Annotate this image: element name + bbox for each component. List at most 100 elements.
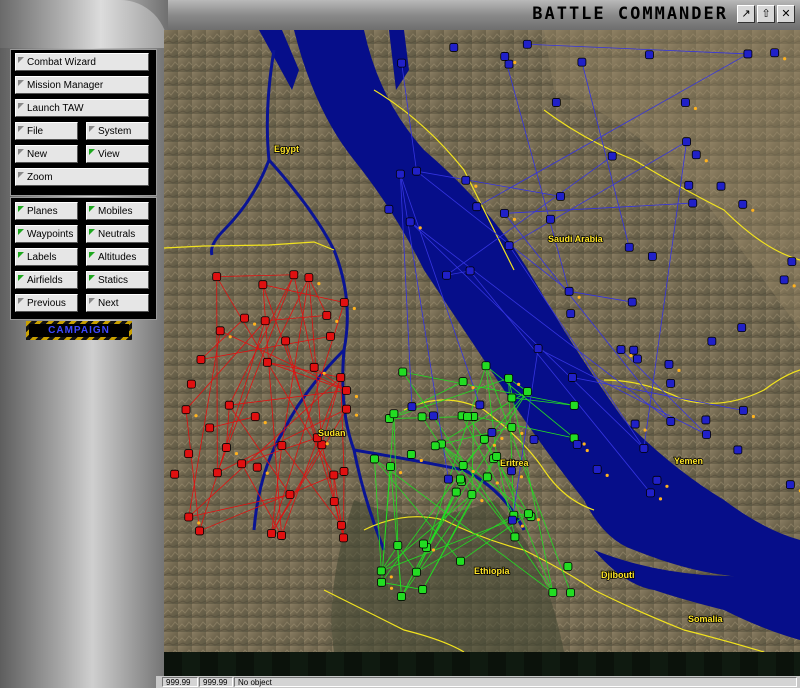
blue-unit-icon[interactable] (629, 345, 639, 355)
waypoint-dot[interactable] (582, 442, 586, 446)
green-unit-icon[interactable] (386, 462, 395, 472)
blue-unit-icon[interactable] (551, 98, 561, 107)
blue-unit-icon[interactable] (630, 419, 640, 429)
blue-unit-icon[interactable] (500, 52, 510, 61)
campaign-button[interactable]: CAMPAIGN (26, 321, 132, 340)
blue-unit-icon[interactable] (639, 443, 649, 453)
waypoint-dot[interactable] (389, 575, 393, 579)
green-unit-icon[interactable] (507, 422, 517, 432)
blue-unit-icon[interactable] (577, 57, 587, 67)
waypoint-dot[interactable] (512, 217, 517, 221)
waypoint-dot[interactable] (677, 368, 681, 372)
planes-toggle[interactable]: Planes (15, 202, 78, 220)
waypoint-dot[interactable] (325, 442, 329, 446)
red-unit-icon[interactable] (322, 310, 332, 320)
blue-unit-icon[interactable] (779, 275, 789, 285)
red-unit-icon[interactable] (337, 520, 346, 530)
file-button[interactable]: File (15, 122, 78, 140)
waypoint-dot[interactable] (352, 306, 356, 311)
green-unit-icon[interactable] (510, 532, 520, 542)
red-unit-icon[interactable] (240, 313, 249, 323)
blue-unit-icon[interactable] (785, 480, 795, 490)
new-button[interactable]: New (15, 145, 78, 163)
waypoint-dot[interactable] (536, 518, 541, 522)
red-unit-icon[interactable] (262, 357, 272, 367)
blue-unit-icon[interactable] (407, 402, 417, 412)
waypoint-dot[interactable] (194, 414, 198, 418)
blue-unit-icon[interactable] (733, 445, 743, 455)
waypoints-toggle[interactable]: Waypoints (15, 225, 78, 243)
blue-unit-icon[interactable] (567, 373, 577, 382)
green-unit-icon[interactable] (456, 556, 465, 566)
red-unit-icon[interactable] (339, 467, 349, 476)
blue-unit-icon[interactable] (684, 180, 694, 190)
red-unit-icon[interactable] (186, 379, 196, 389)
waypoint-dot[interactable] (265, 471, 269, 475)
waypoint-dot[interactable] (577, 295, 581, 299)
blue-unit-icon[interactable] (701, 415, 711, 425)
green-unit-icon[interactable] (419, 539, 428, 549)
blue-unit-icon[interactable] (688, 198, 698, 208)
statics-toggle[interactable]: Statics (86, 271, 149, 289)
blue-unit-icon[interactable] (632, 354, 642, 364)
red-unit-icon[interactable] (196, 355, 206, 364)
waypoint-dot[interactable] (517, 382, 521, 386)
green-unit-icon[interactable] (569, 400, 579, 410)
waypoint-dot[interactable] (492, 443, 496, 447)
blue-unit-icon[interactable] (546, 214, 555, 224)
green-unit-icon[interactable] (507, 393, 517, 403)
blue-unit-icon[interactable] (652, 475, 662, 485)
red-unit-icon[interactable] (326, 331, 335, 341)
blue-unit-icon[interactable] (572, 440, 582, 449)
red-unit-icon[interactable] (260, 316, 270, 326)
red-unit-icon[interactable] (205, 423, 215, 433)
blue-unit-icon[interactable] (507, 515, 517, 525)
green-unit-icon[interactable] (482, 472, 492, 482)
waypoint-dot[interactable] (322, 371, 326, 375)
waypoint-dot[interactable] (513, 60, 517, 65)
waypoint-dot[interactable] (643, 428, 647, 432)
waypoint-dot[interactable] (354, 413, 359, 417)
launch-taw-button[interactable]: Launch TAW (15, 99, 149, 117)
blue-unit-icon[interactable] (564, 286, 574, 296)
blue-unit-icon[interactable] (616, 345, 626, 354)
red-unit-icon[interactable] (184, 449, 194, 459)
waypoint-dot[interactable] (751, 208, 755, 212)
green-unit-icon[interactable] (418, 585, 428, 594)
red-unit-icon[interactable] (222, 443, 231, 452)
waypoint-dot[interactable] (197, 521, 201, 525)
blue-unit-icon[interactable] (443, 474, 453, 484)
tactical-map[interactable]: Egypt Saudi Arabia Sudan Eritrea Yemen E… (164, 30, 800, 652)
mission-manager-button[interactable]: Mission Manager (15, 76, 149, 94)
blue-unit-icon[interactable] (500, 208, 509, 218)
waypoint-dot[interactable] (605, 473, 609, 478)
blue-unit-icon[interactable] (738, 199, 748, 209)
map-canvas[interactable]: Egypt Saudi Arabia Sudan Eritrea Yemen E… (164, 30, 800, 652)
blue-unit-icon[interactable] (664, 359, 674, 369)
blue-unit-icon[interactable] (504, 59, 514, 69)
blue-unit-icon[interactable] (465, 266, 475, 276)
red-unit-icon[interactable] (339, 533, 348, 543)
green-unit-icon[interactable] (456, 474, 465, 484)
blue-unit-icon[interactable] (646, 488, 655, 498)
waypoint-dot[interactable] (431, 548, 436, 552)
waypoint-dot[interactable] (471, 469, 475, 474)
waypoint-dot[interactable] (228, 335, 232, 339)
view-button[interactable]: View (86, 145, 149, 163)
red-unit-icon[interactable] (195, 526, 204, 536)
blue-unit-icon[interactable] (624, 242, 634, 252)
red-unit-icon[interactable] (250, 412, 260, 422)
green-unit-icon[interactable] (430, 441, 440, 451)
red-unit-icon[interactable] (342, 404, 351, 414)
red-unit-icon[interactable] (339, 298, 349, 307)
zoom-button[interactable]: Zoom (15, 168, 149, 186)
green-unit-icon[interactable] (397, 592, 406, 601)
green-unit-icon[interactable] (451, 487, 461, 497)
waypoint-dot[interactable] (354, 394, 359, 399)
waypoint-dot[interactable] (389, 586, 394, 590)
red-unit-icon[interactable] (237, 459, 247, 469)
green-unit-icon[interactable] (458, 461, 468, 470)
green-unit-icon[interactable] (398, 367, 408, 377)
waypoint-dot[interactable] (520, 431, 524, 435)
green-unit-icon[interactable] (458, 377, 468, 387)
